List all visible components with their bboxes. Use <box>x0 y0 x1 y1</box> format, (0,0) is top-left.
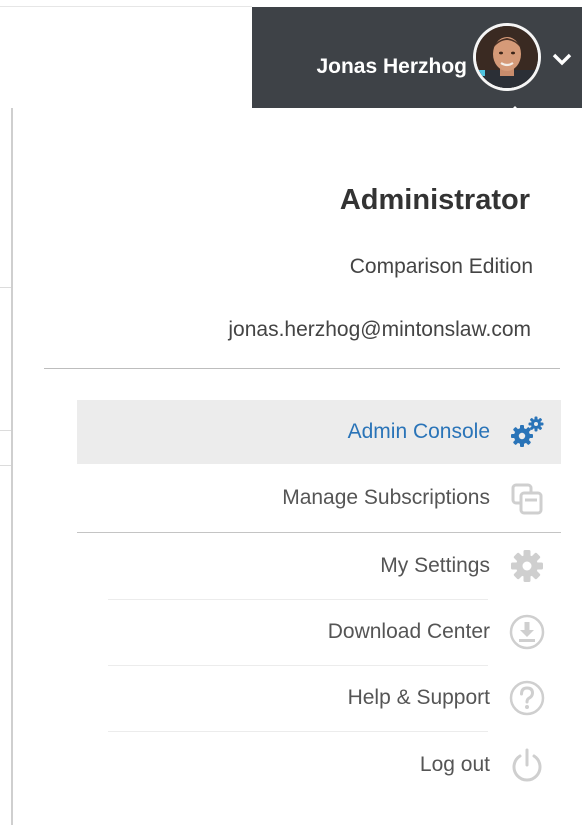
user-role: Administrator <box>339 184 530 216</box>
account-dropdown: Administrator Comparison Edition jonas.h… <box>11 108 582 825</box>
help-icon <box>509 680 545 716</box>
menu-item-my-settings[interactable]: My Settings <box>77 534 561 598</box>
menu-item-log-out[interactable]: Log out <box>77 733 561 797</box>
download-icon <box>509 614 545 650</box>
menu-item-admin-console[interactable]: Admin Console <box>77 400 561 464</box>
background-line <box>0 6 252 7</box>
divider <box>77 532 561 533</box>
avatar-image <box>476 26 538 88</box>
menu-item-label: Manage Subscriptions <box>282 486 490 509</box>
user-email: jonas.herzhog@mintonslaw.com <box>228 318 531 341</box>
edition-label: Comparison Edition <box>349 255 533 278</box>
divider <box>108 731 488 732</box>
gear-icon <box>511 550 543 582</box>
account-menu-page: Jonas Herzhog Administrator Comparison E… <box>0 0 582 825</box>
chevron-down-icon[interactable] <box>552 52 572 66</box>
power-icon <box>512 748 542 782</box>
user-menu-toggle[interactable]: Jonas Herzhog <box>252 7 582 115</box>
menu-item-download-center[interactable]: Download Center <box>77 600 561 664</box>
menu-item-label: My Settings <box>380 554 490 577</box>
menu-item-label: Help & Support <box>347 686 490 709</box>
avatar[interactable] <box>476 26 538 88</box>
subscriptions-icon <box>511 483 543 515</box>
user-name: Jonas Herzhog <box>316 55 467 78</box>
menu-item-label: Log out <box>419 753 490 776</box>
menu-item-label: Download Center <box>327 620 490 643</box>
menu-item-label: Admin Console <box>347 420 490 443</box>
gears-icon <box>511 416 544 447</box>
menu-item-manage-subscriptions[interactable]: Manage Subscriptions <box>77 466 561 530</box>
divider <box>44 368 560 369</box>
menu-item-help-support[interactable]: Help & Support <box>77 666 561 730</box>
